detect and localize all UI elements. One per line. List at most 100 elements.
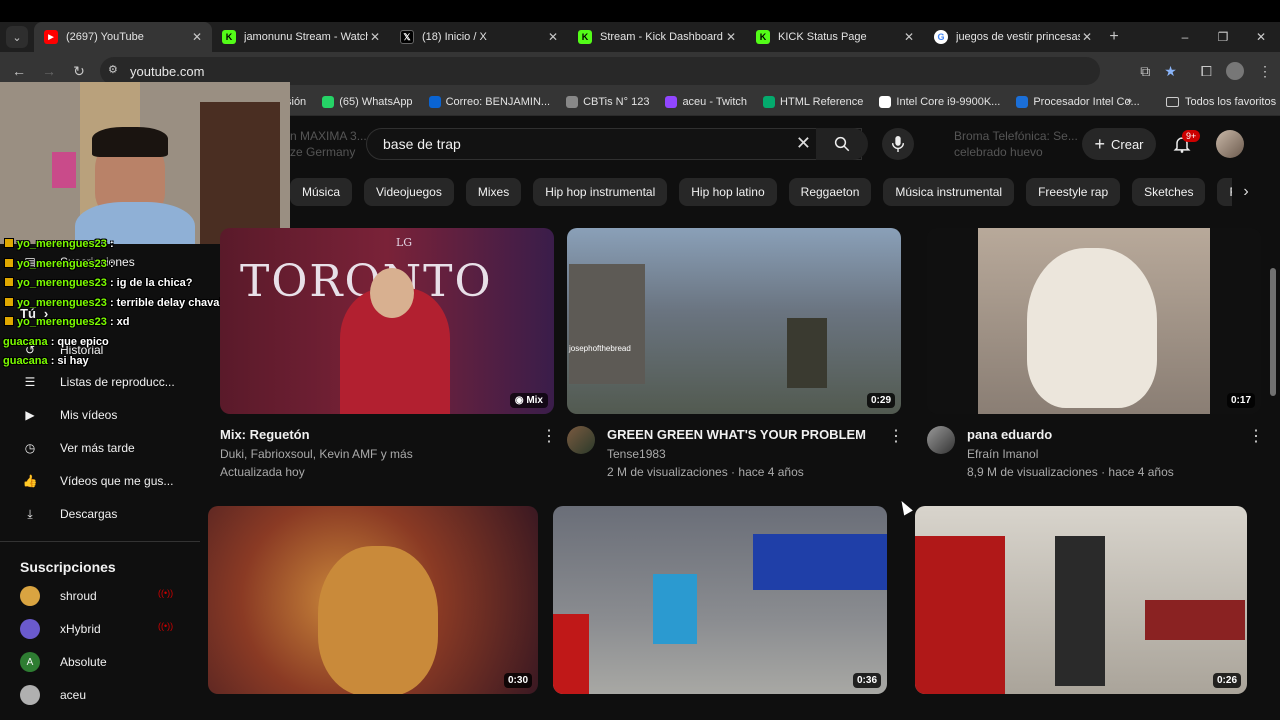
video-title-1[interactable]: Mix: Reguetón	[220, 427, 310, 442]
browser-tab[interactable]: Gjuegos de vestir princesas ✕	[924, 22, 1102, 52]
video-thumbnail-4[interactable]: 0:30	[208, 506, 538, 694]
all-bookmarks-label: Todos los favoritos	[1185, 96, 1277, 108]
reload-button[interactable]: ↻	[64, 63, 94, 80]
forward-button[interactable]: →	[34, 63, 64, 79]
bookmark-item[interactable]: aceu - Twitch	[665, 96, 747, 108]
install-app-icon[interactable]: ⧉	[1140, 63, 1150, 80]
browser-tab[interactable]: ▶ (2697) YouTube ✕	[34, 22, 212, 52]
browser-tab[interactable]: Kjamonunu Stream - Watch ✕	[212, 22, 390, 52]
tab-search-button[interactable]: ⌄	[6, 26, 28, 48]
chips-next-button[interactable]: ›	[1232, 178, 1260, 206]
more-actions-icon[interactable]: ⋮	[888, 426, 904, 446]
category-chip[interactable]: Hip hop latino	[679, 178, 777, 206]
account-avatar[interactable]	[1216, 130, 1244, 158]
video-meta-2a[interactable]: Tense1983	[607, 447, 666, 461]
sidebar-divider	[0, 541, 200, 542]
close-tab-icon[interactable]: ✕	[902, 30, 916, 44]
browser-tab[interactable]: 𝕏 (18) Inicio / X ✕	[390, 22, 568, 52]
sidebar-item[interactable]: ▶ Mis vídeos	[20, 405, 117, 425]
more-actions-icon[interactable]: ⋮	[541, 426, 557, 446]
menu-icon[interactable]: ⋮	[1258, 63, 1272, 80]
thumb-facecam	[569, 264, 645, 384]
notifications-badge: 9+	[1182, 130, 1201, 142]
extensions-icon[interactable]: ⧠	[1201, 63, 1212, 80]
sidebar-item[interactable]: ☰ Listas de reproducc...	[20, 372, 175, 392]
profile-icon[interactable]	[1226, 62, 1244, 80]
plus-icon: +	[1109, 28, 1119, 45]
category-chip[interactable]: Mixes	[465, 178, 522, 206]
all-bookmarks-button[interactable]: Todos los favoritos	[1166, 96, 1276, 108]
video-title-3[interactable]: pana eduardo	[967, 427, 1052, 442]
video-thumbnail-2[interactable]: josephofthebread 0:29	[567, 228, 901, 414]
new-tab-button[interactable]: +	[1102, 28, 1126, 46]
close-tab-icon[interactable]: ✕	[190, 30, 204, 44]
address-bar[interactable]: ⚙ youtube.com	[100, 57, 1100, 85]
video-thumbnail-6[interactable]: 0:26	[915, 506, 1247, 694]
youtube-icon: ▶	[44, 30, 58, 44]
chat-username: yo_merengues23	[17, 277, 107, 289]
sidebar-item[interactable]: ◷ Ver más tarde	[20, 438, 135, 458]
thumb-running-man	[1055, 536, 1105, 686]
subscription-channel[interactable]: shroud	[20, 586, 97, 606]
category-chip[interactable]: Freestyle rap	[1026, 178, 1121, 206]
bookmark-item[interactable]: CBTis N° 123	[566, 96, 649, 108]
category-chip[interactable]: Videojuegos	[364, 178, 454, 206]
star-bookmark-icon[interactable]: ★	[1164, 63, 1177, 80]
close-tab-icon[interactable]: ✕	[1080, 30, 1094, 44]
scrollbar-thumb[interactable]	[1270, 268, 1276, 396]
amazon-icon	[879, 96, 892, 108]
mouse-cursor	[897, 498, 913, 516]
video-thumbnail-3[interactable]: 0:17	[927, 228, 1261, 414]
bookmark-item[interactable]: Intel Core i9-9900K...	[879, 96, 1000, 108]
subscription-channel[interactable]: A Absolute	[20, 652, 107, 672]
channel-avatar	[20, 685, 40, 705]
chat-badge-icon	[4, 257, 14, 268]
browser-tab[interactable]: K Stream - Kick Dashboard ✕	[568, 22, 746, 52]
search-button[interactable]	[816, 128, 868, 160]
video-thumbnail-1[interactable]: TORONTO LG ◉ Mix	[220, 228, 554, 414]
close-tab-icon[interactable]: ✕	[368, 30, 382, 44]
subscription-channel[interactable]: aceu	[20, 685, 86, 705]
category-chip[interactable]: Reggaeton	[788, 178, 872, 206]
category-chip[interactable]: Sketches	[1132, 178, 1206, 206]
chat-badge-icon	[4, 238, 14, 248]
thumb-red-chairs	[1145, 600, 1245, 640]
bookmark-item[interactable]: HTML Reference	[763, 96, 863, 108]
bookmark-item[interactable]: (65) WhatsApp	[322, 96, 413, 108]
bookmark-item[interactable]: Procesador Intel Co...	[1016, 96, 1140, 108]
bookmarks-overflow-icon[interactable]: »	[1126, 95, 1132, 107]
category-chip[interactable]: Hip hop instrumental	[533, 178, 668, 206]
create-button[interactable]: + Crear	[1082, 128, 1156, 160]
channel-avatar[interactable]	[927, 426, 955, 454]
channel-avatar	[20, 586, 40, 606]
duration-badge: 0:26	[1212, 673, 1241, 688]
category-chip[interactable]: Música instrumental	[883, 178, 1015, 206]
sidebar-item[interactable]: 👍 Vídeos que me gus...	[20, 471, 174, 491]
site-info-icon[interactable]: ⚙	[108, 63, 118, 76]
sidebar-item[interactable]: ⤓ Descargas	[20, 504, 117, 524]
video-meta-3a[interactable]: Efraín Imanol	[967, 447, 1038, 461]
bookmark-item[interactable]: Correo: BENJAMIN...	[428, 96, 550, 108]
minimize-icon[interactable]: –	[1166, 30, 1204, 44]
screen-top-bar	[0, 0, 1280, 22]
more-actions-icon[interactable]: ⋮	[1248, 426, 1264, 446]
video-title-2[interactable]: GREEN GREEN WHAT'S YOUR PROBLEM	[607, 427, 866, 442]
window-controls: – ❐ ✕	[1166, 22, 1280, 52]
search-input[interactable]: base de trap ✕	[366, 128, 862, 160]
subscription-channel[interactable]: xHybrid	[20, 619, 101, 639]
outlook-icon	[428, 96, 441, 108]
video-thumbnail-5[interactable]: 0:36	[553, 506, 887, 694]
category-chip[interactable]: Música	[290, 178, 353, 206]
back-button[interactable]: ←	[4, 63, 34, 79]
voice-search-button[interactable]	[882, 128, 914, 160]
clear-search-icon[interactable]: ✕	[796, 133, 811, 154]
x-icon: 𝕏	[400, 30, 414, 44]
restore-icon[interactable]: ❐	[1204, 30, 1242, 44]
page-scrollbar[interactable]	[1268, 124, 1280, 700]
browser-tab[interactable]: K KICK Status Page ✕	[746, 22, 924, 52]
channel-avatar[interactable]	[567, 426, 595, 454]
close-tab-icon[interactable]: ✕	[546, 30, 560, 44]
thumb-vending-machine	[915, 536, 1005, 694]
close-window-icon[interactable]: ✕	[1242, 30, 1280, 44]
close-tab-icon[interactable]: ✕	[724, 30, 738, 44]
